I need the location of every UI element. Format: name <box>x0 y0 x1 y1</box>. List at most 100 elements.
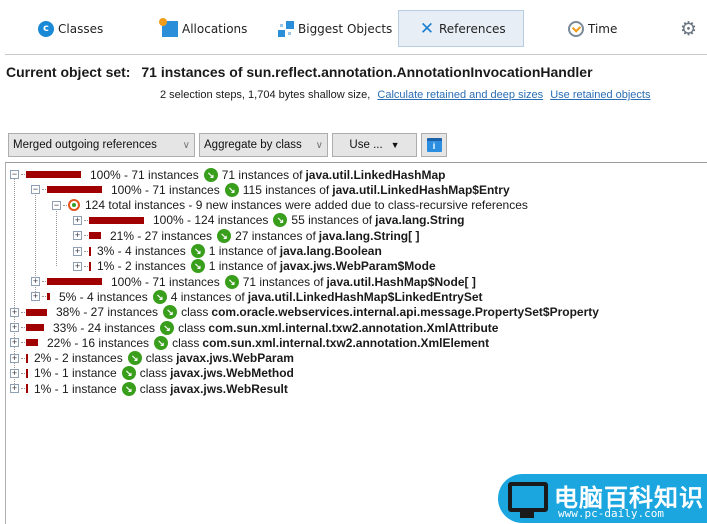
object-set-summary: 2 selection steps, 1,704 bytes shallow s… <box>160 89 371 101</box>
expand-icon[interactable]: + <box>73 261 82 271</box>
references-tree: −100% - 71 instances ↘ 71 instances of java… <box>5 162 707 524</box>
aggregation-dropdown[interactable]: Aggregate by class ∨ <box>199 133 328 157</box>
outgoing-reference-icon: ↘ <box>217 228 232 243</box>
use-retained-objects-link[interactable]: Use retained objects <box>550 89 650 101</box>
instance-count: 1 instance of <box>208 259 277 274</box>
expand-icon[interactable]: + <box>10 368 19 378</box>
class-name: javax.jws.WebParam$Mode <box>279 259 436 274</box>
current-object-set: Current object set: 71 instances of sun.… <box>6 64 593 80</box>
instance-count: 55 instances of <box>291 213 373 228</box>
instance-count: 4 instances of <box>170 289 245 304</box>
class-name: com.sun.xml.internal.txw2.annotation.Xml… <box>208 320 499 335</box>
tab-classes[interactable]: c Classes <box>38 10 103 47</box>
use-button[interactable]: Use ... ▼ <box>332 133 417 157</box>
instance-percentage: 1% - 1 instance <box>34 381 117 396</box>
outgoing-reference-icon: ↘ <box>121 366 136 381</box>
calculate-retained-link[interactable]: Calculate retained and deep sizes <box>377 89 543 101</box>
instance-percentage: 33% - 24 instances <box>53 320 156 335</box>
tree-row[interactable]: +38% - 27 instances ↘ class com.oracle.webs… <box>10 305 599 320</box>
expand-icon[interactable]: + <box>73 246 82 256</box>
tab-time[interactable]: Time <box>568 10 617 47</box>
tree-row[interactable]: − 100% - 71 instances ↘ 115 instances of jav… <box>31 182 510 197</box>
tree-row[interactable]: +3% - 4 instances ↘ 1 instance of java.lang… <box>73 244 382 259</box>
watermark-url: www.pc-daily.com <box>558 507 664 520</box>
instance-count: class <box>181 305 209 320</box>
tree-row[interactable]: +2% - 2 instances ↘ class javax.jws.WebPara… <box>10 351 294 366</box>
tree-row[interactable]: +22% - 16 instances ↘ class com.sun.xml.int… <box>10 335 489 350</box>
percentage-bar <box>26 368 28 378</box>
percentage-bar <box>26 324 44 331</box>
outgoing-reference-icon: ↘ <box>273 213 288 228</box>
tree-row[interactable]: +5% - 4 instances ↘ 4 instances of java.uti… <box>31 289 483 304</box>
tree-row[interactable]: +1% - 1 instance ↘ class javax.jws.WebMetho… <box>10 366 294 381</box>
instance-count: 71 instances of <box>242 274 324 289</box>
expand-icon[interactable]: + <box>73 231 82 241</box>
tree-row[interactable]: +100% - 71 instances ↘ 71 instances of java… <box>31 274 476 289</box>
instance-count: 1 instance of <box>208 244 277 258</box>
tab-settings[interactable]: ⚙ <box>680 10 698 47</box>
tree-row[interactable]: +33% - 24 instances ↘ class com.sun.xml.int… <box>10 320 498 335</box>
tree-row[interactable]: +1% - 2 instances ↘ 1 instance of javax.jws… <box>73 259 436 274</box>
allocations-icon <box>159 17 178 37</box>
info-icon: i <box>426 138 442 152</box>
instance-count: 27 instances of <box>235 228 316 243</box>
tab-references[interactable]: ✕ References <box>398 10 524 47</box>
classes-icon: c <box>38 20 54 37</box>
outgoing-reference-icon: ↘ <box>152 289 167 304</box>
tree-row[interactable]: +100% - 124 instances ↘ 55 instances of jav… <box>73 213 464 228</box>
instance-percentage: 21% - 27 instances <box>110 228 213 243</box>
class-name: java.util.LinkedHashMap$Entry <box>332 182 510 197</box>
expand-icon[interactable]: + <box>10 384 19 394</box>
expand-icon[interactable]: + <box>31 292 40 302</box>
tree-row[interactable]: +1% - 1 instance ↘ class javax.jws.WebResul… <box>10 381 288 396</box>
collapse-icon[interactable]: − <box>31 185 40 195</box>
instance-percentage: 1% - 2 instances <box>97 259 186 274</box>
percentage-bar <box>47 293 50 301</box>
instance-count: class <box>172 335 200 350</box>
chevron-down-icon: ∨ <box>182 139 190 151</box>
outgoing-reference-icon: ↘ <box>163 305 178 320</box>
tree-row[interactable]: − 124 total instances - 9 new instances w… <box>52 198 528 213</box>
instance-percentage: 1% - 1 instance <box>34 366 117 381</box>
biggest-objects-icon <box>278 20 294 37</box>
percentage-bar <box>89 246 91 256</box>
outgoing-reference-icon: ↘ <box>121 381 136 396</box>
percentage-bar <box>47 186 102 194</box>
class-name: java.lang.String[ ] <box>318 228 420 243</box>
collapse-icon[interactable]: − <box>52 200 61 210</box>
instance-percentage: 3% - 4 instances <box>97 244 186 258</box>
tab-label: Classes <box>58 21 104 36</box>
tab-biggest-objects[interactable]: Biggest Objects <box>278 10 392 47</box>
expand-icon[interactable]: + <box>10 307 19 317</box>
expand-icon[interactable]: + <box>10 323 19 332</box>
gear-icon: ⚙ <box>680 17 698 40</box>
instance-count: class <box>178 320 206 335</box>
view-controls: Merged outgoing references ∨ Aggregate b… <box>8 133 447 159</box>
tab-allocations[interactable]: Allocations <box>159 10 247 47</box>
time-icon <box>568 20 584 37</box>
outgoing-reference-icon: ↘ <box>190 259 205 274</box>
percentage-bar <box>26 339 38 347</box>
expand-icon[interactable]: + <box>73 215 82 225</box>
monitor-icon <box>508 482 548 512</box>
instance-percentage: 100% - 71 instances <box>111 274 220 289</box>
instance-percentage: 22% - 16 instances <box>47 335 150 350</box>
view-mode-dropdown[interactable]: Merged outgoing references ∨ <box>8 133 195 157</box>
collapse-icon[interactable]: − <box>10 170 19 179</box>
class-name: com.oracle.webservices.internal.api.mess… <box>211 305 599 320</box>
instance-percentage: 100% - 124 instances <box>153 213 269 228</box>
expand-icon[interactable]: + <box>10 353 19 363</box>
class-name: java.util.LinkedHashMap$LinkedEntrySet <box>247 289 483 304</box>
tab-label: Biggest Objects <box>298 21 393 36</box>
tree-row[interactable]: +21% - 27 instances ↘ 27 instances of java.… <box>73 228 419 243</box>
outgoing-reference-icon: ↘ <box>190 244 205 258</box>
instance-percentage: 5% - 4 instances <box>59 289 148 304</box>
tab-label: References <box>439 21 506 36</box>
expand-icon[interactable]: + <box>10 338 19 348</box>
expand-icon[interactable]: + <box>31 277 40 287</box>
outgoing-reference-icon: ↘ <box>224 274 239 289</box>
info-button[interactable]: i <box>421 133 447 157</box>
tree-row[interactable]: − 100% - 71 instances ↘ 71 instances of java… <box>10 167 446 182</box>
percentage-bar <box>26 308 47 316</box>
percentage-bar <box>26 384 28 394</box>
